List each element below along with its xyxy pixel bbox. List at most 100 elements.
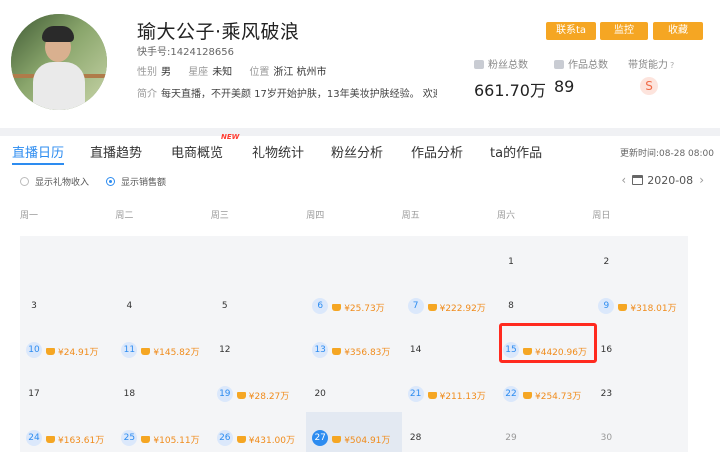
works-label: 作品总数 [568,60,608,71]
day-number: 8 [508,301,514,311]
calendar-day-cell[interactable]: 26 ¥431.00万 [211,412,306,452]
gift-income-radio[interactable]: 显示礼物收入 [20,175,89,188]
calendar-day-cell[interactable]: 13 ¥356.83万 [306,324,401,368]
sales-amount: ¥356.83万 [332,345,390,358]
sales-amount: ¥145.82万 [141,345,200,358]
gender-value: 男 [161,67,171,78]
zodiac-value: 未知 [212,67,233,78]
sales-amount: ¥105.11万 [141,433,200,446]
day-number: 26 [216,430,233,446]
cart-icon [141,348,151,355]
calendar-day-cell[interactable]: 17 [20,368,115,412]
day-number: 17 [28,389,40,399]
sales-amount-radio[interactable]: 显示销售额 [106,175,166,188]
tab-fans-analysis[interactable]: 粉丝分析 [331,142,383,161]
calendar-day-cell[interactable]: 5 [211,280,306,324]
calendar-day-cell[interactable]: 18 [115,368,210,412]
day-number: 29 [505,433,517,443]
day-number: 20 [314,389,326,399]
calendar-day-cell[interactable]: 21 ¥211.13万 [402,368,497,412]
calendar-day-cell[interactable]: 24 ¥163.61万 [20,412,115,452]
calendar-day-cell[interactable]: 25 ¥105.11万 [115,412,210,452]
tab-bar: 直播日历 直播趋势 电商概览 NEW 礼物统计 粉丝分析 作品分析 ta的作品 … [0,128,720,166]
calendar-day-cell[interactable]: 2 [592,236,687,280]
day-number: 10 [26,342,42,358]
calendar-day-cell [115,236,210,280]
calendar-day-cell[interactable]: 8 [497,280,592,324]
day-number: 21 [407,386,424,402]
profile-meta: 性别男 星座 未知 位置 浙江 杭州市 [137,63,341,78]
day-number: 2 [603,257,610,267]
cart-icon [523,392,532,399]
weekday-label: 周三 [210,211,229,221]
day-number: 3 [31,301,37,311]
sales-amount: ¥254.73万 [523,389,581,402]
calendar-day-cell[interactable]: 19 ¥28.27万 [211,368,306,412]
calendar-day-cell[interactable]: 4 [115,280,210,324]
calendar-options: 显示礼物收入 显示销售额 ‹ 2020-08 › [0,166,720,196]
day-number: 16 [600,345,613,355]
tab-live-calendar[interactable]: 直播日历 [12,142,64,161]
calendar-day-cell[interactable]: 29 [497,412,592,452]
calendar-day-cell [306,236,401,280]
day-number: 12 [219,345,231,355]
day-number: 13 [312,342,329,358]
chevron-right-icon[interactable]: › [699,173,704,187]
tab-works-analysis[interactable]: 作品分析 [411,142,463,161]
tab-ecommerce-overview[interactable]: 电商概览 [171,142,223,161]
calendar-day-cell[interactable]: 1 [497,236,592,280]
calendar-day-cell[interactable]: 27 ¥504.91万 [306,412,402,452]
works-value: 89 [554,77,575,96]
contact-button[interactable]: 联系ta [546,22,596,40]
day-number: 1 [508,257,514,267]
fans-value: 661.70万 [474,81,546,100]
calendar-day-cell[interactable]: 30 [592,412,687,452]
help-icon[interactable]: ? [670,61,674,70]
calendar-day-cell[interactable]: 14 [402,324,497,368]
calendar-day-cell[interactable]: 23 [592,368,687,412]
calendar-day-cell[interactable]: 22 ¥254.73万 [497,368,592,412]
location-label: 位置 [249,67,270,78]
streamer-name: 瑜大公子·乘风破浪 [137,21,300,43]
highlight-annotation-box [499,323,597,363]
calendar-day-cell[interactable]: 7 ¥222.92万 [402,280,497,324]
sales-amount: ¥504.91万 [332,433,390,446]
cart-icon [236,436,246,443]
calendar-day-cell[interactable]: 9 ¥318.01万 [592,280,687,324]
tab-their-works[interactable]: ta的作品 [490,142,542,161]
calendar-day-cell[interactable]: 28 [402,412,497,452]
calendar-day-cell[interactable]: 10 ¥24.91万 [20,324,115,368]
update-time: 更新时间:08-28 08:00 [620,149,714,159]
monitor-button[interactable]: 监控 [600,22,648,40]
live-calendar: 周一 周二 周三 周四 周五 周六 周日 1 2 3 4 5 6 ¥25.73万 7 ¥222.92万 8 9 ¥… [0,196,720,452]
sales-amount: ¥28.27万 [236,389,289,402]
tab-gift-stats[interactable]: 礼物统计 [252,142,304,161]
favorite-button[interactable]: 收藏 [653,22,703,40]
day-number: 6 [312,298,329,314]
user-icon [474,60,484,69]
calendar-day-cell[interactable]: 11 ¥145.82万 [115,324,210,368]
chevron-left-icon[interactable]: ‹ [621,173,626,187]
cart-icon [618,304,628,311]
tab-live-trend[interactable]: 直播趋势 [90,142,142,161]
current-month[interactable]: 2020-08 [647,174,693,187]
calendar-day-cell[interactable]: 12 [211,324,306,368]
calendar-day-cell[interactable]: 6 ¥25.73万 [306,280,401,324]
day-number: 18 [123,389,136,399]
cart-icon [427,392,437,399]
sales-amount: ¥318.01万 [618,301,677,314]
sales-amount-label: 显示销售额 [121,178,167,188]
gender-label: 性别 [137,67,157,78]
cart-icon [332,436,342,443]
cart-icon [141,436,151,443]
fans-stat: 粉丝总数 661.70万 [474,56,546,101]
sell-stat: 带货能力? S [628,56,674,95]
day-number: 4 [126,301,133,311]
calendar-icon [632,175,644,185]
fans-label: 粉丝总数 [488,60,528,71]
calendar-day-cell[interactable]: 16 [592,324,687,368]
day-number: 28 [409,433,422,443]
calendar-day-cell[interactable]: 3 [20,280,115,324]
calendar-day-cell[interactable]: 20 [306,368,401,412]
weekday-label: 周四 [306,211,325,221]
